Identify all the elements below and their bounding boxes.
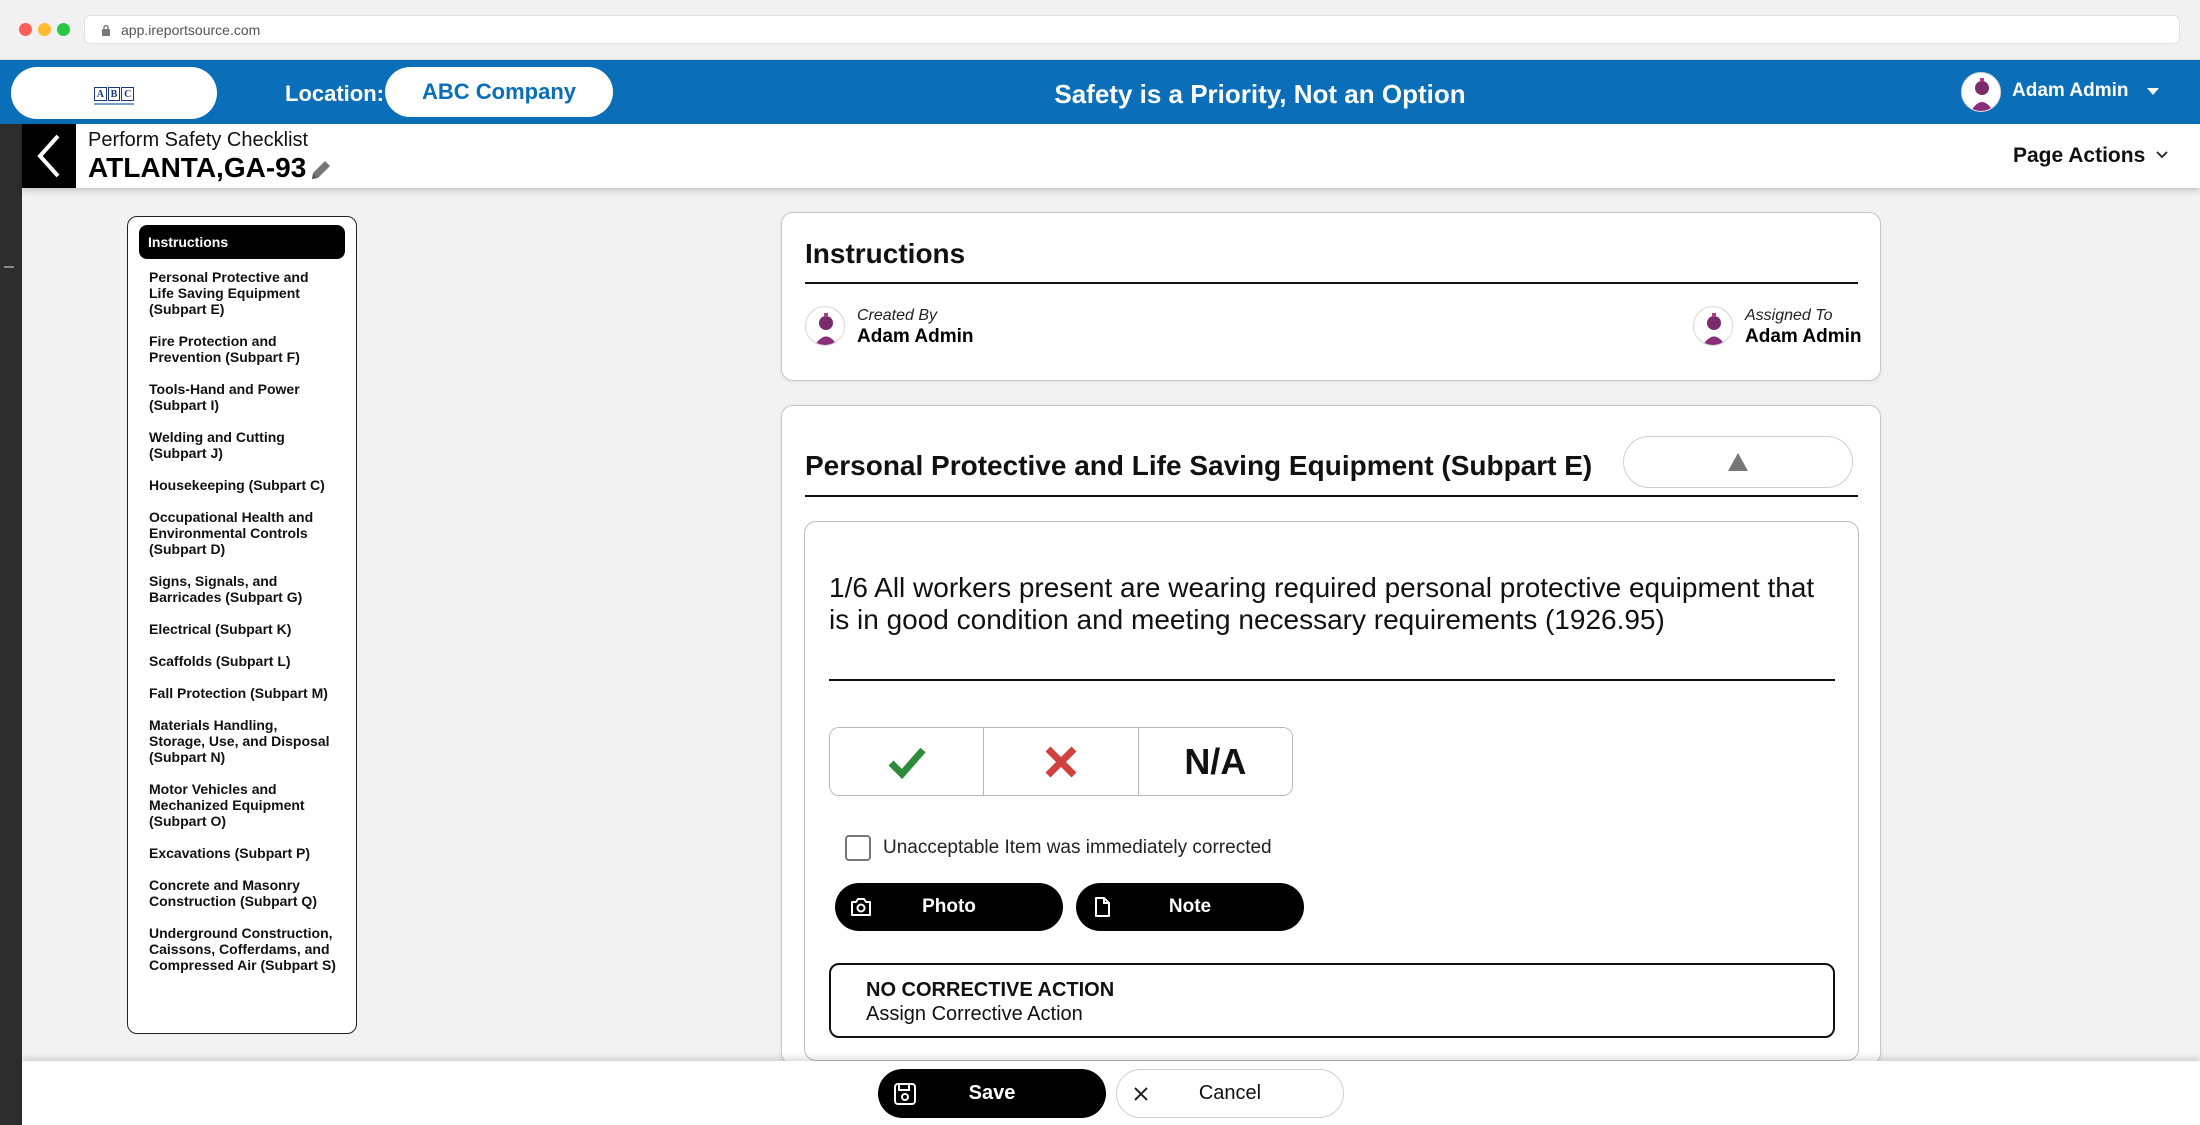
sidebar-item[interactable]: Fall Protection (Subpart M) (128, 685, 356, 701)
cancel-button-label: Cancel (1198, 1082, 1262, 1104)
sidebar-item[interactable]: Fire Protection and Prevention (Subpart … (128, 333, 356, 365)
answer-na-button[interactable]: N/A (1138, 728, 1292, 795)
title-divider (805, 282, 1858, 284)
answer-fail-button[interactable] (984, 728, 1139, 795)
sidebar-item[interactable]: Welding and Cutting (Subpart J) (128, 429, 356, 461)
page-actions-menu[interactable]: Page Actions (2013, 144, 2145, 168)
save-button[interactable]: Save (878, 1069, 1106, 1118)
left-edge-rail (0, 124, 22, 1125)
close-icon (1134, 1087, 1148, 1101)
sidebar-item[interactable]: Occupational Health and Environmental Co… (128, 509, 356, 557)
sidebar-item[interactable]: Personal Protective and Life Saving Equi… (128, 269, 356, 317)
collapse-section-button[interactable] (1623, 436, 1853, 488)
corrective-action-box[interactable]: NO CORRECTIVE ACTION Assign Corrective A… (829, 963, 1835, 1038)
save-icon (894, 1083, 916, 1105)
save-button-label: Save (968, 1082, 1016, 1104)
sidebar-item[interactable]: Underground Construction, Caissons, Coff… (128, 925, 356, 973)
window-minimize-button[interactable] (38, 23, 51, 36)
company-logo[interactable]: ABC (11, 67, 217, 119)
sidebar-item[interactable]: Concrete and Masonry Construction (Subpa… (128, 877, 356, 909)
question-card: 1/6 All workers present are wearing requ… (804, 521, 1859, 1061)
assign-corrective-action-link[interactable]: Assign Corrective Action (866, 1003, 1083, 1026)
section-title: Personal Protective and Life Saving Equi… (805, 450, 1593, 481)
lock-icon (102, 24, 110, 36)
app-header: ABC Location: ABC Company Safety is a Pr… (0, 60, 2200, 124)
question-divider (829, 679, 1835, 681)
chevron-left-icon (37, 134, 60, 178)
browser-chrome: app.ireportsource.com (0, 0, 2200, 60)
sidebar-item[interactable]: Scaffolds (Subpart L) (128, 653, 356, 669)
chevron-down-icon[interactable] (2155, 150, 2169, 160)
abc-logo-icon: ABC (94, 87, 135, 101)
corrective-action-status: NO CORRECTIVE ACTION (866, 979, 1115, 1001)
created-by-label: Created By (857, 307, 938, 324)
window-maximize-button[interactable] (57, 23, 70, 36)
user-menu-caret-icon[interactable] (2147, 88, 2159, 95)
created-by-name: Adam Admin (857, 326, 974, 347)
note-button[interactable]: Note (1076, 883, 1304, 931)
creator-avatar (805, 306, 845, 346)
question-text: 1/6 All workers present are wearing requ… (829, 572, 1815, 635)
sidebar-item-instructions[interactable]: Instructions (139, 225, 345, 259)
user-avatar[interactable] (1961, 72, 2001, 112)
assigned-to-name: Adam Admin (1745, 326, 1862, 347)
photo-button[interactable]: Photo (835, 883, 1063, 931)
corrected-checkbox[interactable] (845, 835, 871, 861)
sidebar-item[interactable]: Excavations (Subpart P) (128, 845, 356, 861)
address-bar[interactable]: app.ireportsource.com (84, 15, 2180, 44)
page-subheader: Perform Safety Checklist ATLANTA,GA-93 P… (22, 124, 2200, 188)
sidebar-item[interactable]: Tools-Hand and Power (Subpart I) (128, 381, 356, 413)
corrected-checkbox-row[interactable]: Unacceptable Item was immediately correc… (845, 835, 1272, 861)
corrected-checkbox-label: Unacceptable Item was immediately correc… (883, 837, 1272, 858)
answer-pass-button[interactable] (830, 728, 985, 795)
instructions-card: Instructions Created By Adam Admin Assig… (781, 212, 1881, 381)
user-avatar-icon (815, 313, 837, 345)
sidebar-item[interactable]: Motor Vehicles and Mechanized Equipment … (128, 781, 356, 829)
section-divider (805, 495, 1858, 497)
x-mark-icon (1045, 746, 1077, 777)
sidebar-item[interactable]: Housekeeping (Subpart C) (128, 477, 356, 493)
url-text: app.ireportsource.com (121, 22, 261, 38)
assignee-avatar (1693, 306, 1733, 346)
sidebar-item[interactable]: Signs, Signals, and Barricades (Subpart … (128, 573, 356, 605)
bottom-action-bar: Save Cancel (22, 1061, 2200, 1125)
answer-group: N/A (829, 727, 1293, 796)
sidebar-item[interactable]: Materials Handling, Storage, Use, and Di… (128, 717, 356, 765)
instructions-title: Instructions (805, 238, 966, 269)
section-nav-sidebar: Instructions Personal Protective and Lif… (127, 216, 357, 1034)
assigned-to-label: Assigned To (1745, 307, 1833, 324)
pencil-icon[interactable] (308, 157, 334, 183)
page-title: ATLANTA,GA-93 (88, 152, 307, 183)
location-label: Location: (285, 81, 384, 106)
back-button[interactable] (22, 124, 76, 188)
answer-na-label: N/A (1184, 740, 1247, 782)
user-avatar-icon (1703, 313, 1725, 345)
checkmark-icon (888, 747, 926, 779)
user-name[interactable]: Adam Admin (2012, 80, 2128, 102)
sidebar-item[interactable]: Electrical (Subpart K) (128, 621, 356, 637)
user-avatar-icon (1971, 78, 1993, 111)
triangle-up-icon (1728, 453, 1748, 471)
header-slogan: Safety is a Priority, Not an Option (1054, 79, 1466, 109)
document-icon (1095, 897, 1110, 917)
window-close-button[interactable] (19, 23, 32, 36)
checklist-section-card: Personal Protective and Life Saving Equi… (781, 405, 1881, 1065)
location-selector[interactable]: ABC Company (385, 67, 613, 117)
page-subtitle: Perform Safety Checklist (88, 129, 309, 151)
camera-icon (851, 898, 871, 916)
cancel-button[interactable]: Cancel (1116, 1069, 1344, 1118)
